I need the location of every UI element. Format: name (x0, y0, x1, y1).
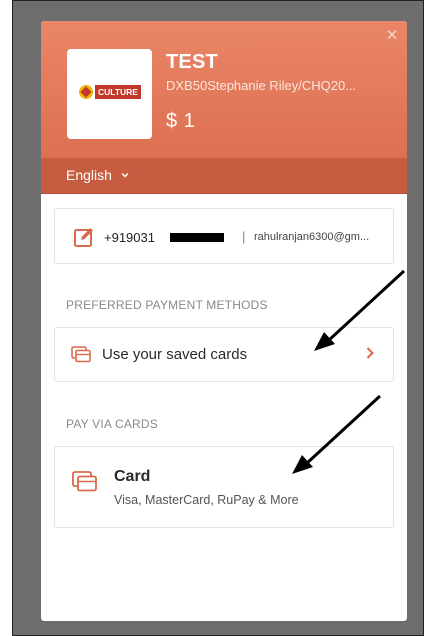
culture-logo-icon: CULTURE (79, 85, 141, 99)
redaction-bar (170, 233, 224, 242)
logo-text: CULTURE (98, 87, 138, 97)
order-description: DXB50Stephanie Riley/CHQ20... (166, 78, 357, 93)
payment-amount: $ 1 (166, 110, 196, 132)
edit-icon[interactable] (73, 226, 95, 248)
checkout-header: ✕ CULTURE TEST DXB50Stephanie Riley/CHQ2… (41, 21, 407, 194)
contact-details[interactable]: +919031 | rahulranjan6300@gm... (54, 208, 394, 264)
saved-cards-label: Use your saved cards (102, 346, 248, 363)
close-icon[interactable]: ✕ (385, 28, 399, 43)
chevron-down-icon (121, 173, 129, 178)
checkout-panel: ✕ CULTURE TEST DXB50Stephanie Riley/CHQ2… (41, 21, 407, 621)
merchant-name: TEST (166, 51, 218, 73)
card-icon (72, 471, 97, 492)
pay-via-cards-heading: PAY VIA CARDS (66, 417, 158, 431)
language-dropdown[interactable]: English (66, 167, 130, 183)
separator: | (242, 229, 246, 244)
card-option-subtitle: Visa, MasterCard, RuPay & More (114, 493, 299, 507)
email-address: rahulranjan6300@gm... (254, 231, 370, 243)
phone-number: +919031 (104, 230, 155, 245)
language-label: English (66, 167, 112, 183)
chevron-right-icon (366, 347, 374, 359)
card-payment-option[interactable]: Card Visa, MasterCard, RuPay & More (54, 446, 394, 528)
card-option-title: Card (114, 468, 151, 485)
preferred-methods-heading: PREFERRED PAYMENT METHODS (66, 298, 268, 312)
merchant-logo: CULTURE (67, 49, 152, 139)
language-bar: English (41, 158, 407, 194)
card-icon (71, 346, 91, 363)
saved-cards-option[interactable]: Use your saved cards (54, 327, 394, 382)
